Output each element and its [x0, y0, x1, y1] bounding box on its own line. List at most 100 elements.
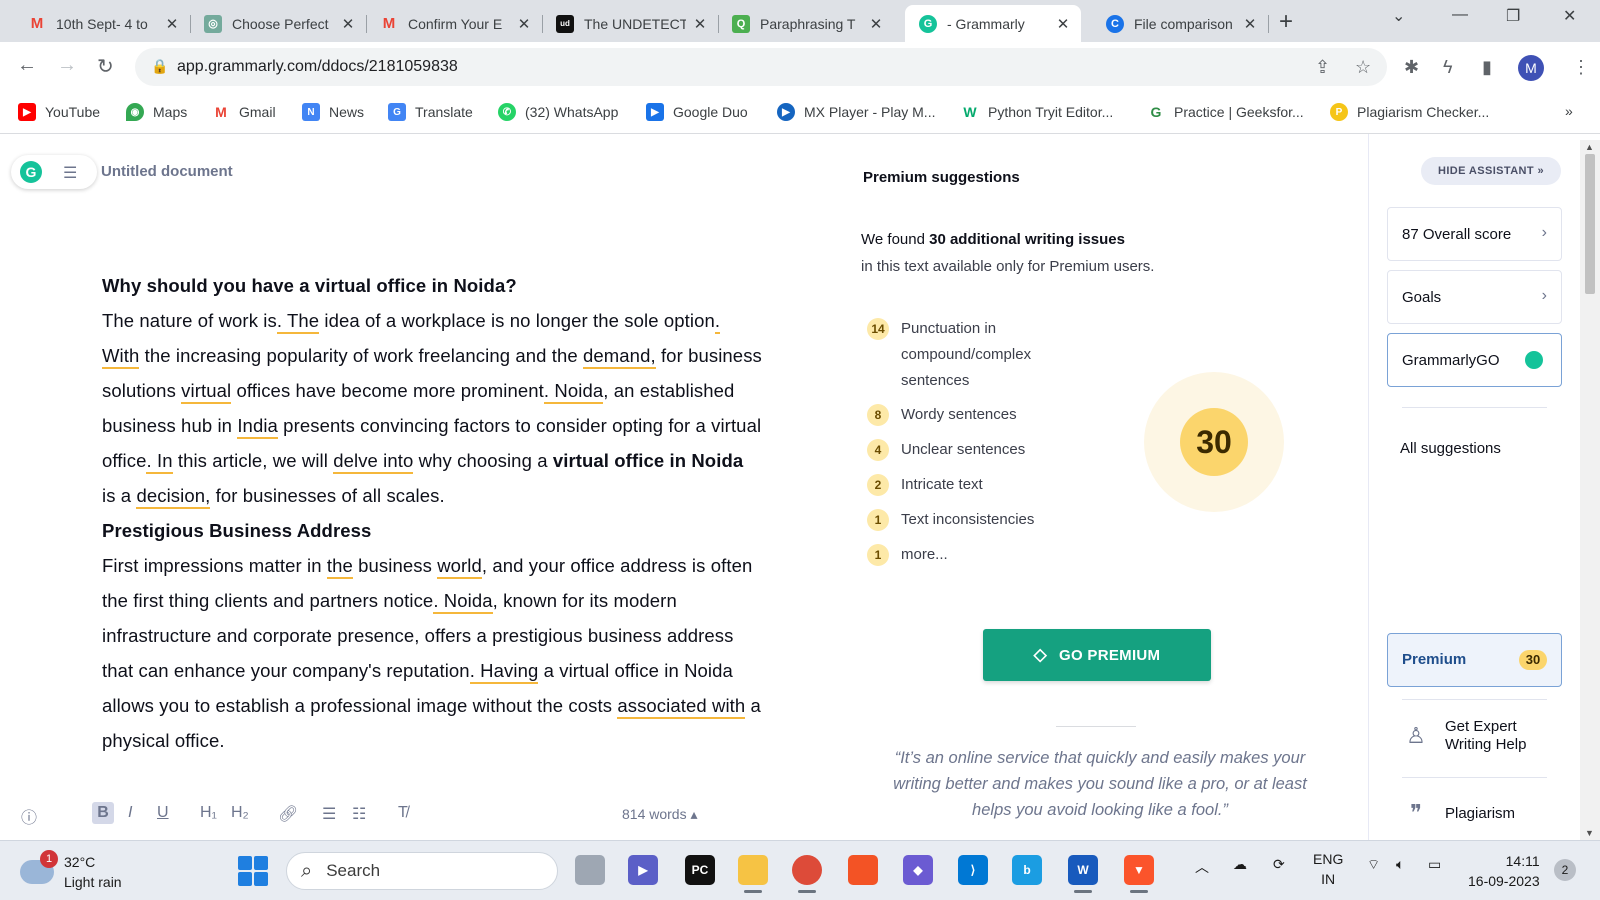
suggestion-underline[interactable]: demand, [583, 345, 656, 369]
tab-gmail-1[interactable]: M 10th Sept- 4 to ✕ [14, 5, 191, 42]
sync-icon[interactable]: ⟳ [1273, 856, 1285, 873]
close-tab-icon[interactable]: ✕ [516, 15, 532, 33]
profile-avatar[interactable]: M [1518, 55, 1544, 81]
suggestion-underline[interactable]: the [326, 555, 353, 579]
bookmark-w3schools[interactable]: W Python Tryit Editor... [961, 103, 1113, 121]
suggestion-underline[interactable]: . In [146, 450, 173, 474]
brave-icon[interactable]: ▼ [1124, 855, 1154, 893]
heading1-button[interactable]: H₁ [200, 804, 217, 822]
restore-icon[interactable]: ❐ [1506, 6, 1520, 26]
suggestion-underline[interactable]: India [237, 415, 278, 439]
tab-undetectable[interactable]: ud The UNDETECT ✕ [542, 5, 719, 42]
close-window-icon[interactable]: ✕ [1563, 6, 1576, 26]
bookmark-mx-player[interactable]: ▶ MX Player - Play M... [777, 103, 935, 121]
help-icon[interactable]: ⓘ [21, 804, 37, 828]
word-icon[interactable]: W [1068, 855, 1098, 893]
hamburger-menu-icon[interactable]: ☰ [63, 163, 77, 183]
new-tab-icon[interactable]: + [1279, 8, 1293, 36]
tab-search-icon[interactable]: ⌄ [1392, 6, 1405, 26]
hide-assistant-button[interactable]: HIDE ASSISTANT » [1421, 157, 1561, 185]
bookmark-translate[interactable]: G Translate [388, 103, 473, 121]
scroll-down-icon[interactable]: ▼ [1585, 828, 1594, 838]
bookmark-star-icon[interactable]: ☆ [1355, 57, 1371, 78]
suggestion-underline[interactable]: associated with [617, 695, 746, 719]
tab-quillbot[interactable]: Q Paraphrasing T ✕ [718, 5, 894, 42]
suggestion-underline[interactable]: delve into [333, 450, 414, 474]
pycharm-icon[interactable]: PC [685, 855, 715, 885]
overall-score-card[interactable]: 87 Overall score › [1387, 207, 1562, 261]
issue-more[interactable]: 1 more... [867, 542, 948, 568]
teams-icon[interactable]: ▶ [628, 855, 658, 885]
grammarlygo-card[interactable]: GrammarlyGO [1387, 333, 1562, 387]
lock-icon[interactable]: 🔒 [151, 58, 168, 75]
document-title[interactable]: Untitled document [101, 163, 233, 180]
suggestion-underline[interactable]: world [437, 555, 482, 579]
close-tab-icon[interactable]: ✕ [164, 15, 180, 33]
scroll-up-icon[interactable]: ▲ [1585, 142, 1594, 152]
task-view-icon[interactable] [575, 855, 605, 885]
copilot-icon[interactable]: ◆ [903, 855, 933, 885]
suggestion-underline[interactable]: . The [276, 310, 320, 334]
scrollbar-thumb[interactable] [1585, 154, 1595, 294]
tab-gmail-2[interactable]: M Confirm Your E ✕ [366, 5, 543, 42]
go-premium-button[interactable]: ◇ GO PREMIUM [983, 629, 1211, 681]
italic-button[interactable]: I [128, 804, 132, 822]
goals-card[interactable]: Goals › [1387, 270, 1562, 324]
file-explorer-icon[interactable] [738, 855, 768, 893]
extensions-icon[interactable]: ✱ [1404, 57, 1419, 78]
tab-copyleaks[interactable]: C File comparison ✕ [1092, 5, 1269, 42]
chrome-icon[interactable] [792, 855, 822, 893]
microsoft-store-icon[interactable] [848, 855, 878, 885]
share-icon[interactable]: ⇪ [1315, 57, 1330, 78]
bookmark-youtube[interactable]: ▶ YouTube [18, 103, 100, 121]
bookmark-plagiarism-checker[interactable]: P Plagiarism Checker... [1330, 103, 1489, 121]
bookmark-maps[interactable]: ◉ Maps [126, 103, 187, 121]
document-body[interactable]: Why should you have a virtual office in … [102, 268, 762, 758]
page-scrollbar[interactable]: ▲ ▼ [1580, 140, 1600, 840]
all-suggestions-item[interactable]: All suggestions [1400, 440, 1501, 457]
start-button[interactable] [238, 856, 268, 886]
taskbar-search[interactable]: ⌕ Search [286, 852, 558, 890]
forward-icon[interactable]: → [57, 54, 77, 77]
word-count[interactable]: 814 words ▴ [622, 806, 698, 823]
side-panel-icon[interactable]: ▮ [1482, 57, 1492, 78]
weather-widget[interactable]: 1 32°C Light rain [20, 850, 122, 892]
tab-grammarly[interactable]: G - Grammarly ✕ [905, 5, 1081, 42]
onedrive-icon[interactable]: ☁ [1233, 856, 1247, 873]
system-clock[interactable]: 14:11 16-09-2023 [1468, 851, 1540, 891]
wifi-icon[interactable]: ⌔ [1367, 856, 1380, 874]
tray-overflow-icon[interactable]: ︿ [1195, 857, 1209, 877]
bing-icon[interactable]: b [1012, 855, 1042, 885]
close-tab-icon[interactable]: ✕ [692, 15, 708, 33]
battery-icon[interactable]: ▭ [1428, 856, 1441, 873]
language-indicator[interactable]: ENG IN [1313, 849, 1343, 889]
bookmark-news[interactable]: N News [302, 103, 364, 121]
bookmark-google-duo[interactable]: ▶ Google Duo [646, 103, 748, 121]
suggestion-underline[interactable]: decision, [136, 485, 211, 509]
url-text[interactable]: app.grammarly.com/ddocs/2181059838 [177, 58, 458, 76]
link-icon[interactable]: 🔗︎ [278, 804, 298, 824]
bookmark-geeksforgeeks[interactable]: G Practice | Geeksfor... [1147, 103, 1304, 121]
numbered-list-icon[interactable]: ☰ [322, 804, 336, 824]
suggestion-underline[interactable]: . Noida [543, 380, 604, 404]
close-tab-icon[interactable]: ✕ [868, 15, 884, 33]
bookmarks-overflow-icon[interactable]: » [1565, 103, 1573, 119]
clear-format-icon[interactable]: T̸ [398, 804, 408, 822]
minimize-icon[interactable]: — [1452, 6, 1468, 24]
expert-writing-help-item[interactable]: ♙ Get Expert Writing Help [1403, 718, 1555, 754]
underline-button[interactable]: U [157, 804, 169, 822]
menu-icon[interactable]: ⋮ [1572, 57, 1590, 78]
notification-badge[interactable]: 2 [1554, 859, 1576, 881]
grammarly-logo-icon[interactable]: G [20, 161, 42, 183]
premium-card[interactable]: Premium 30 [1387, 633, 1562, 687]
close-tab-icon[interactable]: ✕ [1242, 15, 1258, 33]
address-bar[interactable]: 🔒 app.grammarly.com/ddocs/2181059838 ⇪ ☆ [135, 48, 1387, 86]
suggestion-underline[interactable]: . Noida [433, 590, 493, 614]
performance-icon[interactable]: ϟ [1443, 57, 1453, 78]
reload-icon[interactable]: ↻ [97, 54, 114, 79]
plagiarism-item[interactable]: ❞ Plagiarism [1403, 800, 1515, 826]
close-tab-icon[interactable]: ✕ [340, 15, 356, 33]
close-tab-icon[interactable]: ✕ [1055, 15, 1071, 33]
bookmark-gmail[interactable]: M Gmail [212, 103, 275, 121]
suggestion-underline[interactable]: virtual [181, 380, 232, 404]
